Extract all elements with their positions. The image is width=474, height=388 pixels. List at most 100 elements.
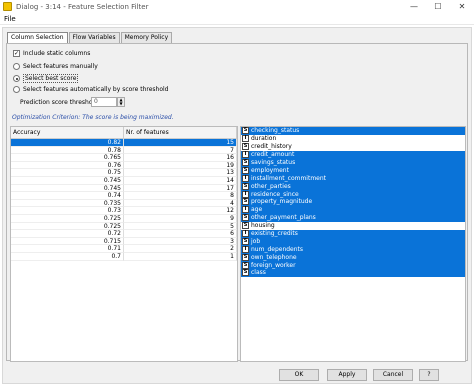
title-bar: Dialog - 3:14 - Feature Selection Filter… bbox=[0, 0, 474, 13]
feature-item[interactable]: Ssavings_status bbox=[241, 158, 465, 167]
accuracy-cell: 0.76 bbox=[11, 161, 124, 170]
integer-type-icon: I bbox=[242, 206, 249, 214]
feature-item[interactable]: Sother_parties bbox=[241, 182, 465, 191]
feature-item[interactable]: Iexisting_credits bbox=[241, 229, 465, 238]
feature-name: property_magnitude bbox=[251, 198, 313, 206]
minimize-button[interactable]: — bbox=[402, 0, 426, 13]
feature-name: other_parties bbox=[251, 182, 291, 190]
table-row[interactable]: 0.725 5 bbox=[11, 222, 237, 231]
tab-flow-variables[interactable]: Flow Variables bbox=[68, 32, 120, 43]
menu-file[interactable]: File bbox=[4, 15, 16, 23]
apply-button[interactable]: Apply bbox=[327, 369, 367, 381]
cancel-button[interactable]: Cancel bbox=[373, 369, 413, 381]
tab-memory-policy[interactable]: Memory Policy bbox=[120, 32, 173, 43]
table-row[interactable]: 0.7 1 bbox=[11, 252, 237, 261]
include-static-option[interactable]: ✓ Include static columns bbox=[13, 50, 90, 57]
accuracy-cell: 0.735 bbox=[11, 199, 124, 208]
table-row[interactable]: 0.735 4 bbox=[11, 199, 237, 208]
table-row[interactable]: 0.82 15 bbox=[11, 139, 237, 147]
menu-bar: File bbox=[0, 14, 474, 25]
feature-count-cell: 5 bbox=[124, 222, 237, 231]
select-manually-radio[interactable] bbox=[13, 63, 20, 70]
feature-item[interactable]: Inum_dependents bbox=[241, 245, 465, 254]
string-type-icon: S bbox=[242, 143, 249, 151]
tab-column-selection[interactable]: Column Selection bbox=[7, 32, 68, 43]
feature-count-cell: 7 bbox=[124, 146, 237, 155]
accuracy-cell: 0.75 bbox=[11, 169, 124, 177]
feature-name: installment_commitment bbox=[251, 174, 327, 182]
select-auto-option[interactable]: Select features automatically by score t… bbox=[13, 86, 168, 93]
feature-item[interactable]: Sjob bbox=[241, 237, 465, 246]
feature-item[interactable]: Sclass bbox=[241, 269, 465, 277]
accuracy-cell: 0.725 bbox=[11, 214, 124, 223]
feature-item[interactable]: Sproperty_magnitude bbox=[241, 198, 465, 206]
accuracy-column-header[interactable]: Accuracy bbox=[11, 127, 124, 139]
feature-count-cell: 6 bbox=[124, 230, 237, 238]
feature-list[interactable]: Schecking_status Iduration Scredit_history… bbox=[240, 126, 466, 362]
features-column-header[interactable]: Nr. of features bbox=[124, 127, 237, 139]
table-row[interactable]: 0.745 17 bbox=[11, 184, 237, 193]
string-type-icon: S bbox=[242, 159, 249, 166]
feature-item[interactable]: Iinstallment_commitment bbox=[241, 174, 465, 183]
integer-type-icon: I bbox=[242, 230, 249, 238]
feature-count-cell: 1 bbox=[124, 252, 237, 261]
table-row[interactable]: 0.745 14 bbox=[11, 176, 237, 185]
feature-item[interactable]: Iduration bbox=[241, 135, 465, 143]
threshold-spinner[interactable]: ▲ ▼ bbox=[117, 97, 125, 107]
string-type-icon: S bbox=[242, 222, 249, 230]
include-static-label: Include static columns bbox=[23, 50, 91, 57]
table-row[interactable]: 0.765 16 bbox=[11, 154, 237, 162]
maximize-button[interactable]: ☐ bbox=[426, 0, 450, 13]
app-icon bbox=[3, 2, 12, 11]
feature-item[interactable]: Sown_telephone bbox=[241, 253, 465, 262]
feature-name: num_dependents bbox=[251, 245, 304, 253]
feature-count-cell: 12 bbox=[124, 207, 237, 215]
table-row[interactable]: 0.71 2 bbox=[11, 245, 237, 253]
feature-count-cell: 13 bbox=[124, 169, 237, 177]
accuracy-cell: 0.78 bbox=[11, 146, 124, 155]
feature-item[interactable]: Sforeign_worker bbox=[241, 261, 465, 270]
table-row[interactable]: 0.78 7 bbox=[11, 146, 237, 155]
table-row[interactable]: 0.73 12 bbox=[11, 207, 237, 215]
help-button[interactable]: ? bbox=[419, 369, 439, 381]
feature-item[interactable]: Schecking_status bbox=[241, 127, 465, 135]
tab-strip: Column Selection Flow Variables Memory P… bbox=[7, 32, 173, 43]
ok-button[interactable]: OK bbox=[279, 369, 319, 381]
accuracy-cell: 0.71 bbox=[11, 245, 124, 253]
feature-item[interactable]: Semployment bbox=[241, 166, 465, 175]
select-best-radio[interactable] bbox=[13, 75, 20, 82]
table-row[interactable]: 0.725 9 bbox=[11, 214, 237, 223]
threshold-input[interactable]: 0 bbox=[91, 97, 117, 107]
feature-item[interactable]: Shousing bbox=[241, 222, 465, 230]
table-row[interactable]: 0.75 13 bbox=[11, 169, 237, 177]
string-type-icon: S bbox=[242, 214, 249, 222]
include-static-checkbox[interactable]: ✓ bbox=[13, 50, 20, 57]
string-type-icon: S bbox=[242, 269, 249, 277]
table-row[interactable]: 0.76 19 bbox=[11, 161, 237, 170]
feature-item[interactable]: Scredit_history bbox=[241, 143, 465, 151]
select-auto-radio[interactable] bbox=[13, 86, 20, 93]
accuracy-cell: 0.73 bbox=[11, 207, 124, 215]
string-type-icon: S bbox=[242, 166, 249, 174]
feature-name: housing bbox=[251, 222, 275, 230]
feature-name: existing_credits bbox=[251, 230, 298, 238]
accuracy-cell: 0.82 bbox=[11, 139, 124, 147]
feature-item[interactable]: Iresidence_since bbox=[241, 190, 465, 199]
select-manually-option[interactable]: Select features manually bbox=[13, 63, 98, 70]
feature-name: residence_since bbox=[251, 190, 299, 198]
close-button[interactable]: ✕ bbox=[450, 0, 474, 13]
feature-count-cell: 16 bbox=[124, 154, 237, 162]
table-row[interactable]: 0.74 8 bbox=[11, 192, 237, 200]
feature-item[interactable]: Sother_payment_plans bbox=[241, 213, 465, 222]
score-table-body: 0.82 15 0.78 7 0.765 16 0.76 19 0.75 13 0.745 14 0.7… bbox=[11, 139, 237, 261]
feature-name: savings_status bbox=[251, 159, 296, 166]
string-type-icon: S bbox=[242, 182, 249, 190]
accuracy-cell: 0.765 bbox=[11, 154, 124, 162]
feature-item[interactable]: Icredit_amount bbox=[241, 150, 465, 159]
feature-item[interactable]: Iage bbox=[241, 205, 465, 214]
select-best-option[interactable]: Select best score bbox=[13, 74, 79, 83]
score-table[interactable]: Accuracy Nr. of features 0.82 15 0.78 7 0.76… bbox=[10, 126, 238, 362]
feature-name: credit_history bbox=[251, 143, 292, 151]
table-row[interactable]: 0.72 6 bbox=[11, 230, 237, 238]
table-row[interactable]: 0.715 3 bbox=[11, 237, 237, 246]
